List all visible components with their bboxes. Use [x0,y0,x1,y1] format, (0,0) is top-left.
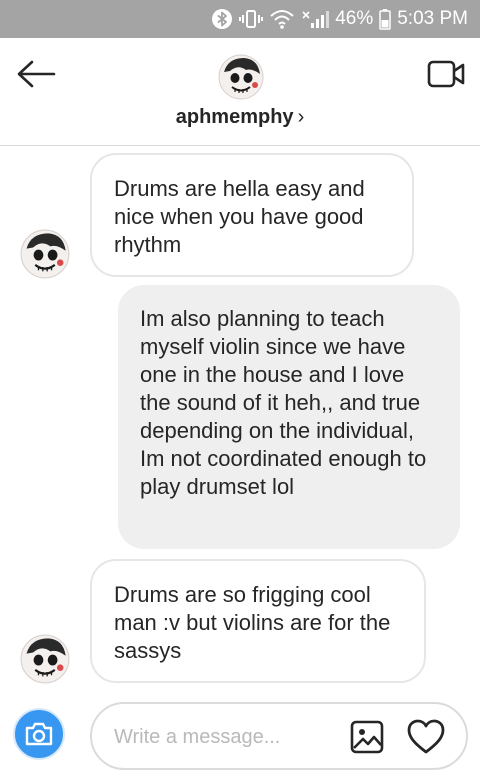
back-button[interactable] [14,58,58,90]
like-button[interactable] [406,718,446,756]
back-arrow-icon [17,60,56,88]
message-bubble-incoming[interactable]: Drums are so frigging cool man :v but vi… [90,559,426,683]
video-call-icon [427,60,465,88]
username-label: aphmemphy [175,106,294,128]
message-input[interactable] [114,720,344,754]
camera-icon [25,722,53,746]
bluetooth-icon [211,8,233,30]
header-username[interactable]: aphmemphy › [0,106,480,129]
sender-avatar[interactable] [20,229,70,279]
message-bubble-outgoing[interactable]: Im also planning to teach myself violin … [118,285,460,549]
gallery-button[interactable] [350,720,384,754]
chevron-right-icon: › [297,106,305,128]
message-text: Drums are hella easy and nice when you h… [114,176,365,257]
video-call-button[interactable] [426,58,466,90]
heart-icon [407,719,445,754]
message-bubble-incoming[interactable]: Drums are hella easy and nice when you h… [90,153,414,277]
camera-button[interactable] [13,708,65,760]
profile-avatar[interactable] [218,54,264,100]
signal-icon [301,8,330,30]
gallery-icon [350,720,384,754]
status-time: 5:03 PM [397,8,468,29]
battery-percent: 46% [335,8,374,29]
battery-icon [379,8,391,30]
chat-header: aphmemphy › [0,38,480,146]
vibrate-icon [239,8,264,30]
message-text: Drums are so frigging cool man :v but vi… [114,582,391,663]
sender-avatar[interactable] [20,634,70,684]
wifi-icon [269,8,295,30]
message-composer [90,702,468,770]
message-text: Im also planning to teach myself violin … [140,306,427,499]
status-bar: 46% 5:03 PM [0,0,480,38]
message-thread: Drums are hella easy and nice when you h… [0,147,480,697]
